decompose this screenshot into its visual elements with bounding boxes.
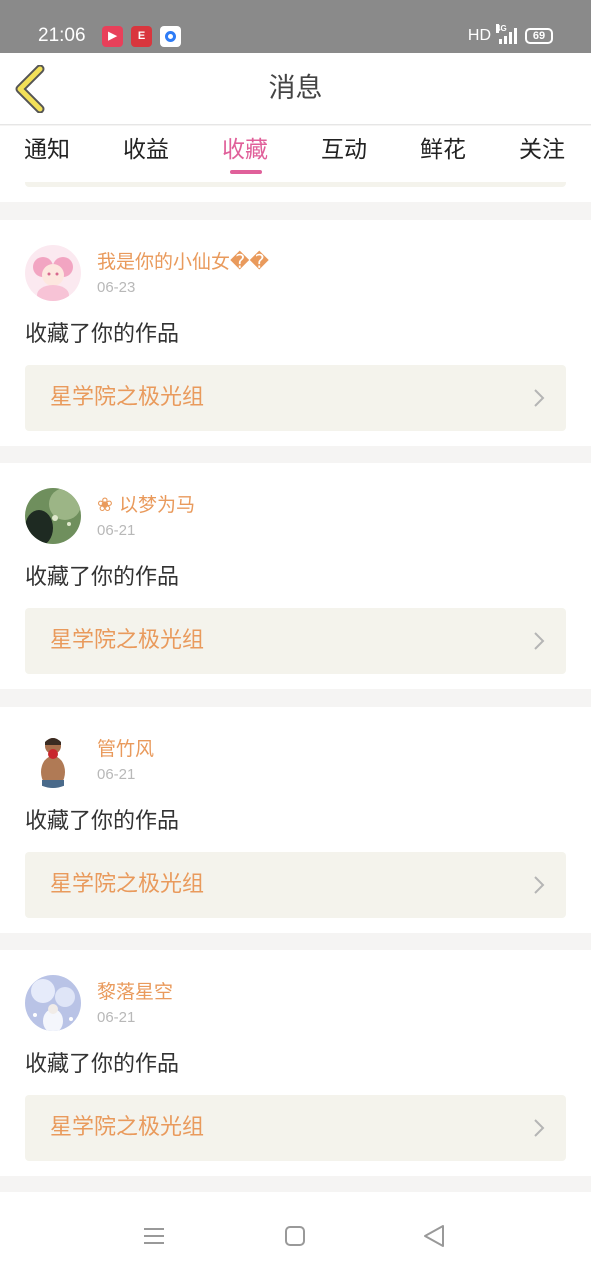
status-indicators: HD 4G 69 [467,24,553,47]
status-time: 21:06 [38,25,86,46]
work-card[interactable]: 星学院之极光组 [25,1095,566,1161]
list-item[interactable]: 我是你的小仙女�� 06-23 收藏了你的作品 星学院之极光组 [0,220,591,446]
menu-icon[interactable] [140,1222,168,1250]
list-item[interactable]: 黎落星空 06-21 收藏了你的作品 星学院之极光组 [0,950,591,1176]
active-tab-indicator [230,170,262,174]
work-card-edge [25,182,566,187]
action-text: 收藏了你的作品 [25,1052,180,1077]
action-text: 收藏了你的作品 [25,565,180,590]
network-type-label: 4G [496,24,507,33]
username[interactable]: 黎落星空 [97,980,173,1004]
app-notification-icon: ▶ [102,26,123,47]
tab-bar: 通知 收益 收藏 互动 鲜花 关注 [0,126,591,182]
tab-follows[interactable]: 关注 [519,134,565,166]
tab-interactions[interactable]: 互动 [321,134,367,166]
tab-flowers[interactable]: 鲜花 [420,134,466,166]
chevron-right-icon [534,876,545,894]
work-title: 星学院之极光组 [50,1115,205,1140]
date: 06-21 [97,766,136,783]
work-card[interactable]: 星学院之极光组 [25,852,566,918]
home-square-icon[interactable] [281,1222,309,1250]
avatar[interactable] [25,732,81,788]
chevron-right-icon [534,632,545,650]
status-bar: 21:06 ▶ E HD 4G 69 [0,0,591,53]
tab-notifications[interactable]: 通知 [24,134,70,166]
system-nav-bar [0,1192,591,1280]
work-card[interactable]: 星学院之极光组 [25,365,566,431]
list-item[interactable]: ❀ 以梦为马 06-21 收藏了你的作品 星学院之极光组 [0,463,591,689]
date: 06-21 [97,1009,136,1026]
signal-icon: 4G [496,24,517,44]
back-triangle-icon[interactable] [421,1222,449,1250]
tab-favorites[interactable]: 收藏 [222,134,268,166]
username[interactable]: 我是你的小仙女�� [97,250,269,274]
avatar[interactable] [25,245,81,301]
battery-icon: 69 [525,28,553,44]
date: 06-23 [97,279,136,296]
username[interactable]: ❀ 以梦为马 [97,493,195,517]
hd-indicator: HD [467,27,491,44]
action-text: 收藏了你的作品 [25,322,180,347]
list-item[interactable]: 管竹风 06-21 收藏了你的作品 星学院之极光组 [0,707,591,933]
chevron-right-icon [534,1119,545,1137]
username[interactable]: 管竹风 [97,737,154,761]
work-title: 星学院之极光组 [50,385,205,410]
action-text: 收藏了你的作品 [25,809,180,834]
work-title: 星学院之极光组 [50,872,205,897]
avatar[interactable] [25,488,81,544]
date: 06-21 [97,522,136,539]
work-title: 星学院之极光组 [50,628,205,653]
tab-earnings[interactable]: 收益 [123,134,169,166]
avatar[interactable] [25,975,81,1031]
app-header: 消息 [0,53,591,125]
app-notification-icon: E [131,26,152,47]
chevron-right-icon [534,389,545,407]
work-card[interactable]: 星学院之极光组 [25,608,566,674]
page-title: 消息 [268,73,323,104]
previous-item-edge [0,182,591,202]
app-notification-icon [160,26,181,47]
